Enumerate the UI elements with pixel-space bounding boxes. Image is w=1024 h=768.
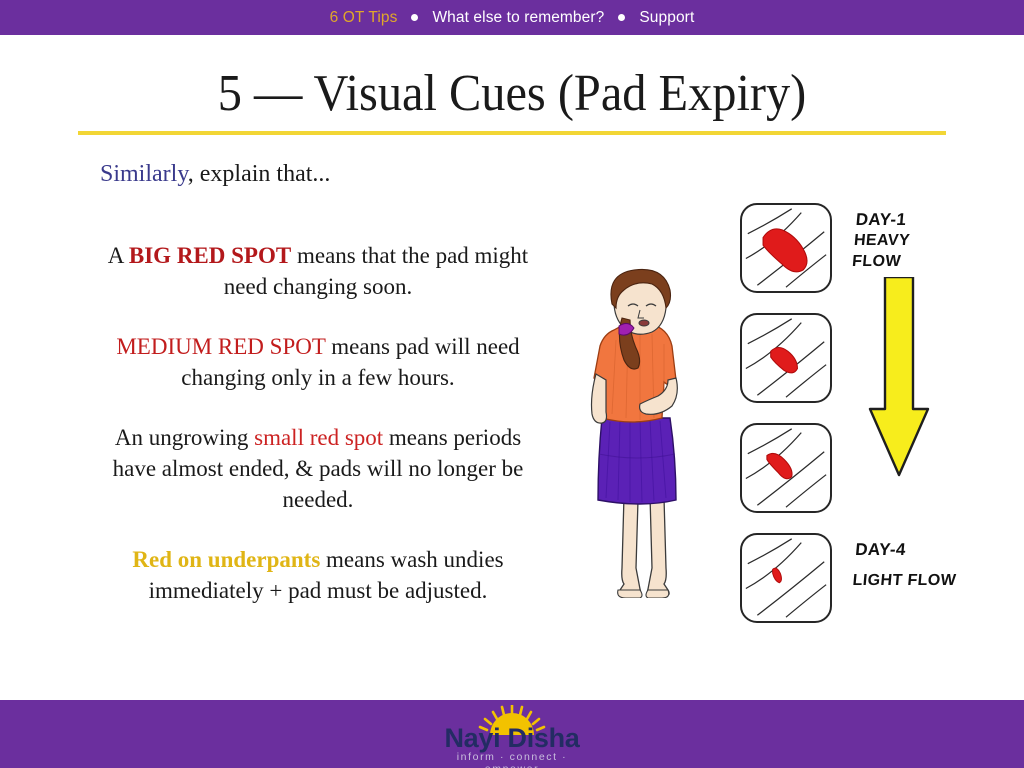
down-arrow-icon [868,275,930,477]
paragraph-small-red-spot: An ungrowing small red spot means period… [96,422,540,515]
page-title: 5 — Visual Cues (Pad Expiry) [217,65,807,122]
paragraph-big-red-spot: A BIG RED SPOT means that the pad might … [96,240,540,302]
page-title-wrap: 5 — Visual Cues (Pad Expiry) [78,62,946,126]
pad-box-day-3 [740,423,832,513]
footer-bar: Nayi Disha inform · connect · empower [0,700,1024,768]
lead-line: Similarly, explain that... [100,158,330,190]
slide-root: 6 OT Tips What else to remember? Support… [0,0,1024,768]
flow-label-line2: LIGHT FLOW [851,572,957,589]
body-text-column: A BIG RED SPOT means that the pad might … [96,240,540,606]
girl-illustration [572,268,708,599]
flow-label-line1: DAY-1 [855,210,908,229]
bullet-dot-icon [411,14,419,21]
paragraph-pre: A [107,243,129,268]
lead-emphasis: Similarly [100,161,188,187]
logo-wordmark: Nayi Disha [444,723,580,753]
paragraph-red-on-underpants: Red on underpants means wash undies imme… [96,544,540,606]
pad-box-day-1 [740,203,832,293]
bullet-dot-icon [618,14,626,21]
top-navigation-bar: 6 OT Tips What else to remember? Support [0,0,1024,35]
pad-box-day-4 [740,533,832,623]
flow-label-line2: HEAVY FLOW [851,232,911,270]
nav-item-support[interactable]: Support [639,9,694,27]
nav-item-6-ot-tips[interactable]: 6 OT Tips [330,9,398,27]
title-underline-rule [78,131,946,135]
paragraph-pre: An ungrowing [114,425,255,450]
nayi-disha-logo[interactable]: Nayi Disha inform · connect · empower [428,703,596,768]
highlight-red-on-underpants: Red on underpants [132,547,321,572]
flow-label-day-1: DAY-1 HEAVY FLOW [851,209,963,272]
highlight-small-red-spot: small red spot [254,425,384,450]
paragraph-medium-red-spot: MEDIUM RED SPOT means pad will need chan… [96,331,540,393]
lead-rest: , explain that... [187,161,331,187]
pad-sequence-illustration: DAY-1 HEAVY FLOW DAY-4 LIGHT FLOW [732,195,960,640]
highlight-medium-red-spot: MEDIUM RED SPOT [116,334,326,359]
nav-item-what-else-to-remember[interactable]: What else to remember? [432,9,604,27]
logo-tagline: inform · connect · empower [456,751,568,768]
flow-label-line1: DAY-4 [854,540,907,559]
pad-box-day-2 [740,313,832,403]
highlight-big-red-spot: BIG RED SPOT [128,243,292,268]
flow-label-day-4: DAY-4 LIGHT FLOW [852,539,960,591]
